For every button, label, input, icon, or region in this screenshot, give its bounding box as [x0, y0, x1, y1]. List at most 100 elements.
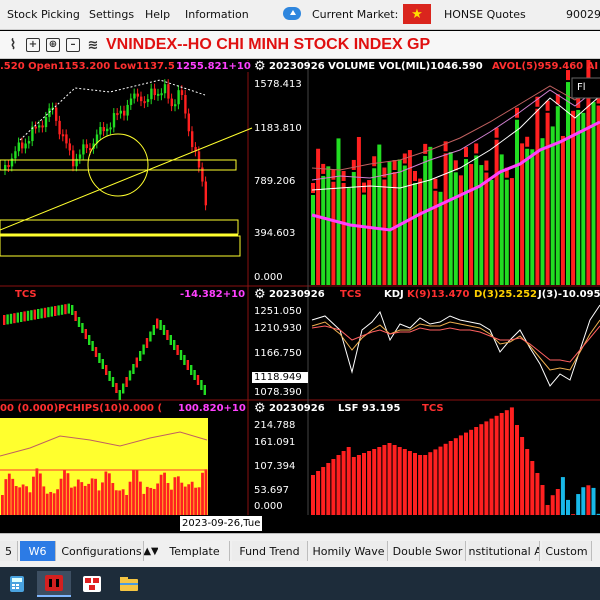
tcs-bar	[9, 313, 13, 324]
menu-stock-picking[interactable]: Stock Picking	[7, 8, 80, 21]
lsf-bar	[423, 455, 428, 515]
tcs-bar	[101, 359, 104, 369]
volume-cap	[382, 167, 387, 178]
lsf-bar	[509, 407, 514, 515]
scroll-arrows-icon[interactable]: ▲▼	[144, 541, 158, 561]
menu-help[interactable]: Help	[145, 8, 170, 21]
lsf-bar	[474, 427, 479, 515]
pchips-bar	[187, 484, 191, 515]
pchips-bar	[32, 476, 35, 515]
add-icon[interactable]: +	[26, 38, 40, 52]
network-app-icon[interactable]	[75, 571, 109, 597]
lsf-bar	[458, 435, 463, 515]
price-candle	[170, 98, 173, 107]
tab-fund-trend[interactable]: Fund Trend	[232, 541, 308, 561]
lsf-bars[interactable]	[311, 407, 600, 515]
price-candle	[150, 88, 153, 100]
volume-bar	[402, 165, 407, 285]
lsf-bar	[499, 413, 504, 515]
tcs-gear-icon[interactable]: ⚙	[254, 287, 266, 302]
tcs-bar	[179, 350, 183, 360]
pchips-bar	[38, 473, 42, 515]
volume-bar	[504, 179, 509, 285]
price-header: .520 Open1153.200 Low1137.5	[0, 61, 175, 72]
cloud-upload-icon[interactable]	[283, 7, 301, 20]
price-candle	[72, 150, 75, 167]
volume-bar	[367, 180, 372, 285]
price-candle	[112, 113, 116, 128]
tab-w6[interactable]: W6	[20, 541, 56, 561]
tab-5[interactable]: 5	[0, 541, 18, 561]
pchips-bar	[70, 487, 73, 515]
tab-homily-wave[interactable]: Homily Wave	[310, 541, 388, 561]
tcs-bar	[20, 312, 23, 322]
pin-icon[interactable]: ⌇	[6, 38, 20, 52]
indicator-tabs-bar: 5 W6 Configurations ▲▼ Template Fund Tre…	[0, 533, 600, 567]
tcs-bar	[183, 355, 186, 365]
price-candle	[129, 98, 133, 105]
volume-cap	[351, 159, 356, 170]
volume-bar	[550, 126, 555, 285]
chart-area[interactable]: .520 Open1153.200 Low1137.5 1255.821+10 …	[0, 59, 600, 515]
lsf-bar	[464, 432, 468, 515]
tab-double-sword[interactable]: Double Swor	[390, 541, 466, 561]
tcs-bar	[115, 383, 118, 393]
tcs-dots[interactable]	[3, 303, 206, 400]
lsf-bar	[346, 447, 351, 515]
zoom-in-icon[interactable]: ⊕	[46, 38, 60, 52]
pchips-bar	[14, 486, 18, 515]
avol-label: AVOL(5)959.460 AI	[492, 61, 599, 72]
layers-icon[interactable]: ≋	[86, 38, 100, 52]
tcs-bar	[26, 310, 30, 321]
quotes-menu[interactable]: HONSE Quotes	[444, 8, 526, 21]
lsf-bar	[571, 514, 576, 515]
fl-button-label[interactable]: Fl	[577, 82, 586, 93]
tcs-bar	[37, 309, 40, 319]
volume-bar	[591, 102, 596, 285]
price-candle	[85, 144, 88, 149]
vietnam-flag-icon[interactable]: ★	[403, 4, 431, 24]
pchips-bar	[97, 490, 101, 515]
lsf-bar	[356, 455, 361, 515]
lsf-bar	[540, 485, 545, 515]
tcs-bar	[139, 351, 142, 361]
lsf-bar	[535, 473, 540, 515]
folder-icon[interactable]	[112, 571, 146, 597]
kdj-j-value: J(3)-10.095	[538, 289, 600, 300]
lsf-bar	[413, 453, 417, 515]
lsf-bar	[397, 447, 402, 515]
settings-gear-icon[interactable]: ⚙	[254, 59, 266, 74]
volume-bar	[581, 112, 586, 285]
volume-bar	[576, 109, 581, 285]
menu-information[interactable]: Information	[185, 8, 249, 21]
lsf-gear-icon[interactable]: ⚙	[254, 401, 266, 416]
lsf-bar	[316, 471, 321, 515]
tcs-bar	[132, 364, 135, 374]
price-candles[interactable]	[4, 79, 207, 211]
tcs-bar	[169, 335, 172, 345]
pchips-bar	[59, 478, 63, 515]
tab-template[interactable]: Template	[160, 541, 230, 561]
price-candle	[24, 143, 27, 149]
menu-settings[interactable]: Settings	[89, 8, 134, 21]
calculator-icon[interactable]	[0, 571, 34, 597]
stock-app-icon[interactable]	[37, 571, 71, 597]
tab-configurations[interactable]: Configurations	[60, 541, 144, 561]
lsf-bar	[596, 513, 600, 515]
volume-bar	[336, 138, 341, 285]
pchips-bar	[7, 473, 11, 515]
tab-institutional[interactable]: Institutional A	[468, 541, 540, 561]
tcs-bar	[74, 311, 77, 321]
tcs-bar	[33, 309, 36, 320]
volume-bar	[428, 146, 433, 285]
trendline	[0, 127, 253, 231]
tcs-bar	[91, 341, 94, 351]
pchips-bar	[52, 493, 56, 515]
price-candle	[58, 120, 61, 135]
price-candle	[133, 93, 136, 99]
lsf-bar	[530, 461, 535, 515]
tab-custom[interactable]: Custom	[542, 541, 592, 561]
price-candle	[106, 128, 109, 132]
collapse-icon[interactable]: –	[66, 38, 80, 52]
volume-bar	[469, 164, 474, 285]
